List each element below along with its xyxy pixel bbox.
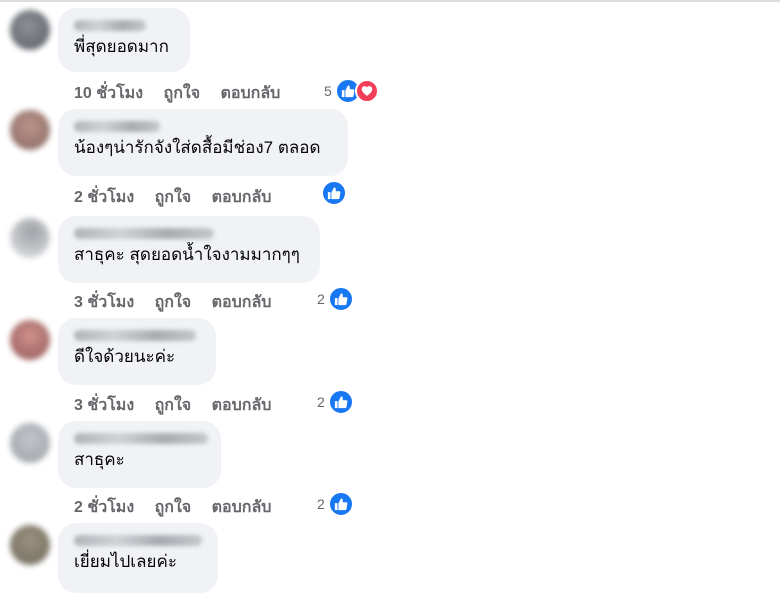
like-icon (327, 491, 354, 517)
like-button[interactable]: ถูกใจ (155, 397, 192, 414)
reply-button[interactable]: ตอบกลับ (212, 294, 272, 311)
comment-text: เยี่ยมไปเลยค่ะ (74, 552, 177, 571)
comment-time[interactable]: 3 ชั่วโมง (74, 294, 134, 311)
reply-button[interactable]: ตอบกลับ (221, 85, 281, 102)
comment-time[interactable]: 10 ชั่วโมง (74, 85, 143, 102)
reaction-count: 2 (317, 291, 325, 307)
comment-bubble: น้องๆน่ารักจังใส่ดสื้อมีช่อง7 ตลอด (58, 109, 348, 176)
reaction-count: 2 (317, 496, 325, 512)
comment-time[interactable]: 2 ชั่วโมง (74, 499, 134, 516)
reaction-summary[interactable]: 5 (324, 78, 379, 104)
like-button[interactable]: ถูกใจ (164, 85, 201, 102)
reaction-summary[interactable]: 2 (317, 286, 354, 312)
comment-actions: 3 ชั่วโมง ถูกใจ ตอบกลับ (74, 290, 287, 315)
comment-bubble: พี่สุดยอดมาก (58, 8, 190, 72)
like-icon (321, 180, 347, 206)
comment-bubble: สาธุคะ สุดยอดน้ำใจงามมากๆๆ (58, 216, 320, 283)
commenter-name-blurred[interactable] (74, 433, 208, 444)
like-button[interactable]: ถูกใจ (155, 294, 192, 311)
reaction-summary[interactable]: 2 (317, 389, 354, 415)
comment-actions: 10 ชั่วโมง ถูกใจ ตอบกลับ (74, 81, 296, 106)
commenter-name-blurred[interactable] (74, 228, 214, 239)
avatar[interactable] (10, 525, 50, 565)
reaction-summary[interactable] (321, 180, 347, 206)
like-icon (327, 389, 354, 415)
comment-bubble: สาธุคะ (58, 421, 221, 488)
like-button[interactable]: ถูกใจ (155, 499, 192, 516)
comment-actions: 2 ชั่วโมง ถูกใจ ตอบกลับ (74, 185, 287, 210)
comment-text: พี่สุดยอดมาก (74, 37, 169, 56)
avatar[interactable] (10, 423, 50, 463)
reply-button[interactable]: ตอบกลับ (212, 397, 272, 414)
comment-time[interactable]: 3 ชั่วโมง (74, 397, 134, 414)
reaction-summary[interactable]: 2 (317, 491, 354, 517)
comment-text: สาธุคะ (74, 450, 125, 469)
reply-button[interactable]: ตอบกลับ (212, 499, 272, 516)
avatar[interactable] (10, 218, 50, 258)
comment-time[interactable]: 2 ชั่วโมง (74, 189, 134, 206)
avatar[interactable] (10, 110, 50, 150)
comment-text: สาธุคะ สุดยอดน้ำใจงามมากๆๆ (74, 245, 300, 264)
commenter-name-blurred[interactable] (74, 121, 160, 132)
comment-bubble: เยี่ยมไปเลยค่ะ (58, 523, 218, 593)
love-icon (354, 79, 379, 103)
commenter-name-blurred[interactable] (74, 20, 146, 31)
comment-bubble: ดีใจด้วยนะค่ะ (58, 318, 216, 385)
comment-text: ดีใจด้วยนะค่ะ (74, 347, 176, 366)
commenter-name-blurred[interactable] (74, 535, 202, 546)
avatar[interactable] (10, 320, 50, 360)
avatar[interactable] (10, 10, 50, 50)
top-divider (0, 0, 780, 2)
comment-actions: 3 ชั่วโมง ถูกใจ ตอบกลับ (74, 393, 287, 418)
like-icon (327, 286, 354, 312)
like-button[interactable]: ถูกใจ (155, 189, 192, 206)
comment-actions: 2 ชั่วโมง ถูกใจ ตอบกลับ (74, 495, 287, 520)
reply-button[interactable]: ตอบกลับ (212, 189, 272, 206)
comment-text: น้องๆน่ารักจังใส่ดสื้อมีช่อง7 ตลอด (74, 138, 321, 157)
commenter-name-blurred[interactable] (74, 330, 196, 341)
reaction-count: 2 (317, 394, 325, 410)
reaction-count: 5 (324, 83, 332, 99)
